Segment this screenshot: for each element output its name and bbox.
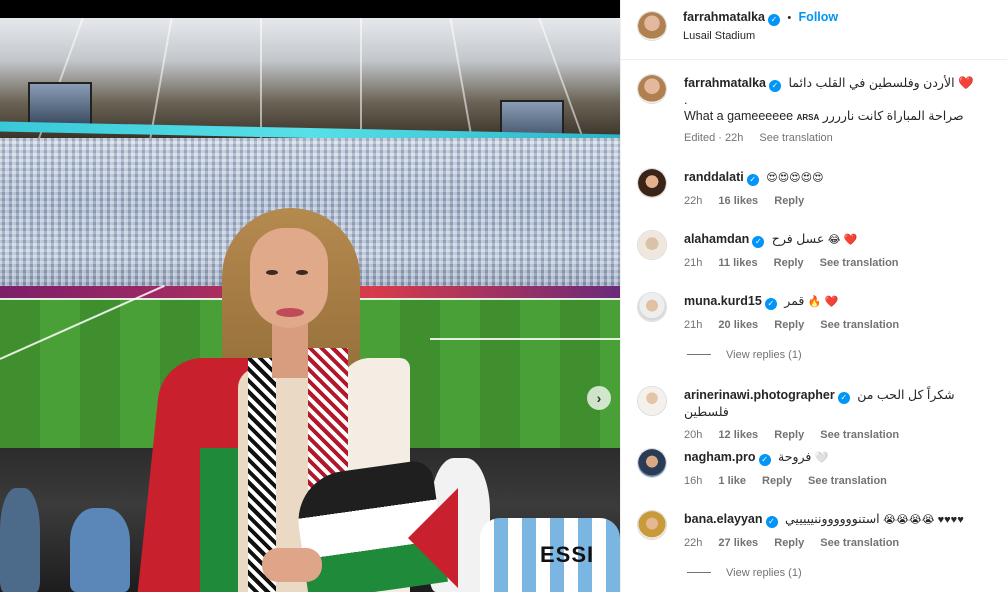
see-translation-link[interactable]: See translation [820,537,899,549]
comment-likes[interactable]: 12 likes [718,429,758,441]
comment-username[interactable]: randdalati [684,170,744,184]
white-heart-emoji: 🤍 [814,452,829,464]
comment-text: عسل فرح [771,232,825,246]
comment-time: 22h [684,537,703,549]
comment-text: فروحة [778,450,812,464]
comment-username[interactable]: arinerinawi.photographer [684,388,835,402]
reply-button[interactable]: Reply [774,257,804,269]
comment-time: 21h [684,257,703,269]
comment-emoji: 😂 ❤️ [827,234,858,246]
arsa-mark: ARSA [796,113,820,122]
argentina-jersey: ESSI [480,518,620,592]
comment-username[interactable]: bana.elayyan [684,512,763,526]
reply-button[interactable]: Reply [774,319,804,331]
verified-badge-icon: ✓ [758,454,771,466]
chevron-right-icon: › [596,390,602,406]
caption-line-1: الأردن وفلسطين في القلب دائما [788,76,955,90]
post-sidebar: farrahmatalka ✓ • Follow Lusail Stadium f… [620,0,1007,592]
author-avatar[interactable] [637,74,667,104]
comment-time: 21h [684,319,703,331]
comment-time: 20h [684,429,703,441]
verified-badge-icon: ✓ [765,516,778,528]
author-avatar[interactable] [637,11,667,41]
post-photo[interactable]: ESSI › [0,18,620,592]
comment-username[interactable]: muna.kurd15 [684,294,762,308]
comment-time: 22h [684,195,703,207]
see-translation-link[interactable]: See translation [820,429,899,441]
comment-likes[interactable]: 1 like [718,475,746,487]
reply-button[interactable]: Reply [774,429,804,441]
top-black-bar [0,0,620,18]
commenter-avatar[interactable] [637,168,667,198]
caption-line-3: What a gameeeeee [684,109,794,123]
post-location[interactable]: Lusail Stadium [683,30,755,42]
commenter-avatar[interactable] [637,448,667,478]
view-replies-button[interactable]: View replies (1) [687,349,802,361]
comment-likes[interactable]: 11 likes [718,257,757,269]
verified-badge-icon: ✓ [764,298,777,310]
separator-dot: • [787,12,792,24]
verified-badge-icon: ✓ [746,174,759,186]
comment-emoji: 😭😭😭😭 ♥♥♥♥ [883,514,964,526]
post-header: farrahmatalka ✓ • Follow Lusail Stadium [621,0,1007,60]
commenter-avatar[interactable] [637,386,667,416]
see-translation-link[interactable]: See translation [820,257,899,269]
comment-likes[interactable]: 27 likes [718,537,758,549]
comment-emoji: 🔥 ❤️ [807,296,839,308]
comment-likes[interactable]: 20 likes [718,319,758,331]
comment-text: قمر [784,294,805,308]
caption-line-2: . [684,93,688,107]
see-translation-link[interactable]: See translation [820,319,899,331]
view-replies-button[interactable]: View replies (1) [687,567,802,579]
commenter-avatar[interactable] [637,292,667,322]
comment-emoji: 😍😍😍😍😍 [766,172,824,184]
author-username[interactable]: farrahmatalka [683,10,765,24]
commenter-avatar[interactable] [637,510,667,540]
verified-badge-icon: ✓ [768,14,780,26]
comment-time: 16h [684,475,703,487]
caption-username[interactable]: farrahmatalka [684,76,766,90]
see-translation-link[interactable]: See translation [808,475,887,487]
verified-badge-icon: ✓ [837,392,850,404]
comment-likes[interactable]: 16 likes [718,195,758,207]
edited-label: Edited · 22h [684,132,744,144]
verified-badge-icon: ✓ [752,236,765,248]
verified-badge-icon: ✓ [769,80,781,92]
reply-button[interactable]: Reply [774,537,804,549]
commenter-avatar[interactable] [637,230,667,260]
heart-emoji: ❤️ [958,76,974,90]
see-translation-link[interactable]: See translation [759,132,832,144]
reply-button[interactable]: Reply [762,475,792,487]
carousel-next-button[interactable]: › [587,386,611,410]
comment-text: استنووووووننيييييي [785,512,880,526]
dash-icon [687,354,711,355]
comment-username[interactable]: alahamdan [684,232,749,246]
stadium-screen-left [28,82,92,126]
comment-username[interactable]: nagham.pro [684,450,756,464]
caption-line-3-arabic: صراحة المباراة كانت نارررر [822,109,964,123]
dash-icon [687,572,711,573]
follow-button[interactable]: Follow [799,10,839,24]
reply-button[interactable]: Reply [774,195,804,207]
